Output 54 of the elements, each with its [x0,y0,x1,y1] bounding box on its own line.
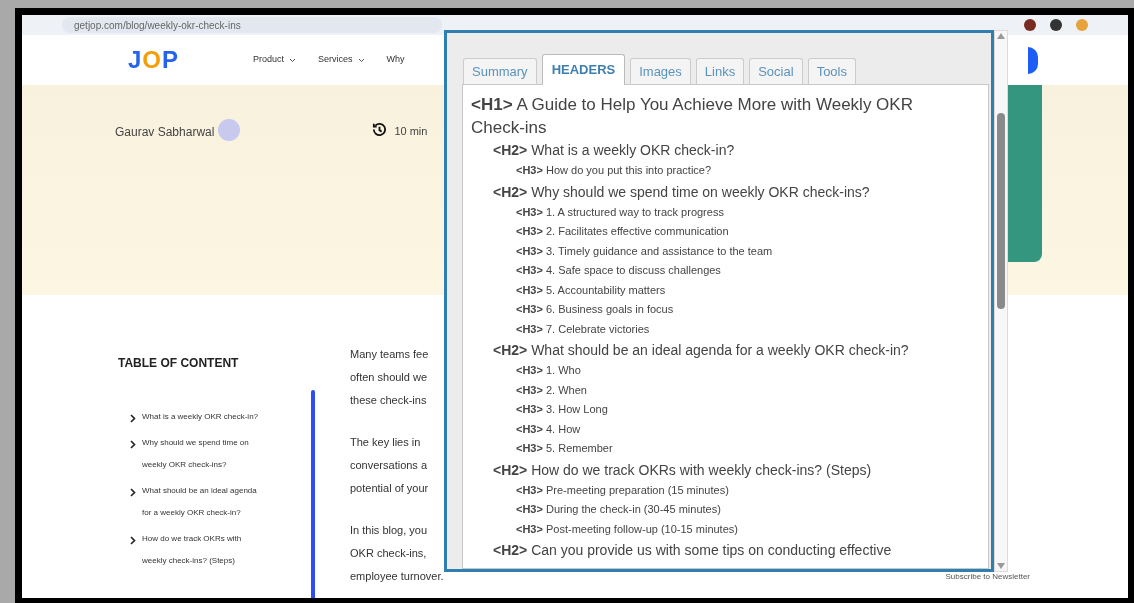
header-entry: <H3> 2. When [515,382,588,398]
header-entry: <H3> 5. Accountability matters [515,282,667,298]
address-bar[interactable]: getjop.com/blog/weekly-okr-check-ins [62,17,442,33]
header-entry: <H3> 3. How Long [515,402,609,417]
header-entry: <H3> 7. Celebrate victories [515,321,651,337]
extension-icon[interactable] [1024,19,1036,31]
toc-link[interactable]: How do we track OKRs with weekly check-ins? (Steps) [130,534,308,572]
nav-link[interactable]: Services [318,53,365,67]
nav-link[interactable]: Product [253,53,297,67]
header-entry: <H2> Can you provide us with some tips on conducting effective [492,541,893,560]
nav-link[interactable]: Why [386,53,405,67]
panel-tab[interactable]: HEADERS [541,54,626,85]
scroll-thumb[interactable] [997,113,1005,309]
header-entry: <H3> 3. Timely guidance and assistance to the team [515,243,774,259]
header-entry: <H3> 6. Business goals in focus [515,302,675,317]
chevron-icon [130,440,136,449]
history-icon [371,121,389,138]
caret-icon [289,57,297,63]
header-entry: <H3> During the check-in (30-45 minutes) [515,502,722,517]
article-paragraph: Many teams fee often should we these check-ins [350,347,430,408]
header-entry: <H3> 1. Who [515,363,582,378]
cta-button[interactable] [1028,46,1038,74]
header-entry: <H2> What is a weekly OKR check-in? [492,141,736,160]
header-entry: <H3> 5. Remember [515,441,614,456]
toc-link[interactable]: What is a weekly OKR check-in? [130,412,308,428]
header-entry: <H2> Why should we spend time on weekly OKR check-ins? [492,182,871,202]
chevron-icon [130,536,136,545]
site-logo[interactable]: JOP [128,42,180,78]
toc-link[interactable]: What should be an ideal agenda for a weekly OKR check-in? [130,486,308,524]
caret-icon [357,57,365,63]
extension-icon[interactable] [1050,19,1062,31]
avatar [218,119,241,141]
toc-link[interactable]: Why should we spend time on weekly OKR check-ins? [130,438,308,476]
author-name: Gaurav Sabharwal [115,124,215,141]
chevron-icon [130,414,136,423]
header-entry: <H2> What should be an ideal agenda for a weekly OKR check-in? [492,341,910,360]
subscribe-link[interactable]: Subscribe to Newsletter [945,571,1030,583]
header-entry: <H2> How do we track OKRs with weekly check-ins? (Steps) [492,460,873,480]
header-entry: <H3> 4. Safe space to discuss challenges [515,263,722,278]
header-entry: <H3> 4. How [515,421,582,437]
header-entry: <H3> Post-meeting follow-up (10-15 minutes) [515,521,739,537]
chevron-icon [130,488,136,497]
article-paragraph: In this blog, you OKR check-ins, employee turnover. [350,523,445,584]
header-entry: <H3> Pre-meeting preparation (15 minutes) [515,482,730,498]
header-entry: <H3> How do you put this into practice? [515,163,713,178]
read-time: 10 min [394,124,428,139]
scroll-down-icon[interactable] [997,563,1005,569]
header-entry: <H3> 2. Facilitates effective communication [515,224,730,239]
scrollbar[interactable] [994,30,1008,572]
header-entry: <H3> 1. A structured way to track progress [515,204,725,220]
article-paragraph: The key lies in conversations a potential of your [350,435,430,496]
header-entry: <H1> A Guide to Help You Achieve More with Weekly OKR Check-ins [470,94,914,139]
scroll-up-icon[interactable] [997,33,1005,39]
toc-title: TABLE OF CONTENT [118,355,240,372]
